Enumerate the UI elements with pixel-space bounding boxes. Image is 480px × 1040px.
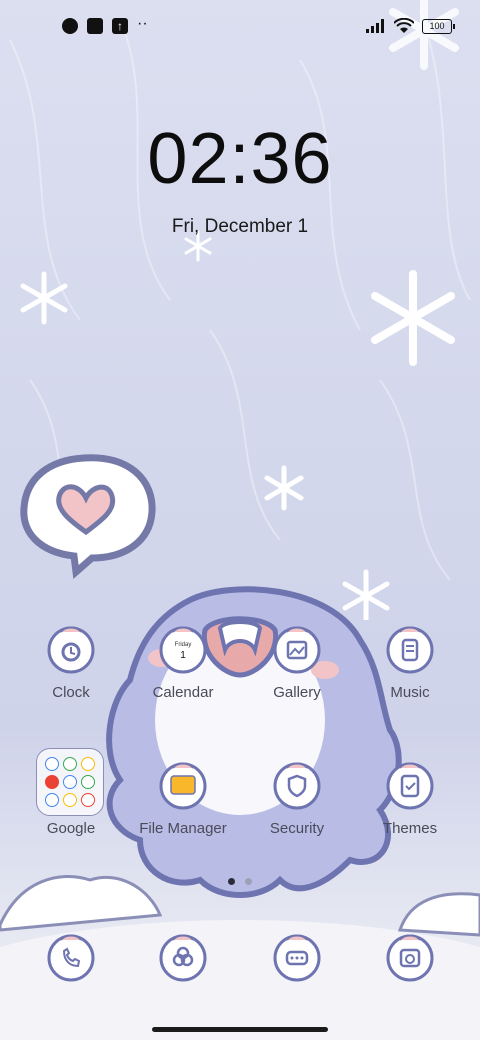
folder-app-icon bbox=[80, 774, 95, 789]
app-calendar[interactable]: Friday 1 Calendar bbox=[128, 622, 238, 742]
app-label: File Manager bbox=[139, 820, 227, 837]
app-clock[interactable]: Clock bbox=[16, 622, 126, 742]
calendar-day-text: Friday bbox=[175, 642, 192, 648]
clock-icon bbox=[47, 626, 95, 674]
shield-icon bbox=[273, 762, 321, 810]
dock-camera[interactable] bbox=[355, 930, 465, 990]
status-left-icons: ↑ ·· bbox=[62, 15, 148, 34]
signal-icon bbox=[366, 19, 384, 33]
dock-phone[interactable] bbox=[16, 930, 126, 990]
wifi-icon bbox=[394, 18, 414, 33]
app-label: Themes bbox=[382, 820, 438, 837]
folder-icon bbox=[159, 762, 207, 810]
folder-app-icon bbox=[62, 774, 77, 789]
folder-app-icon bbox=[62, 792, 77, 807]
contacts-icon bbox=[159, 934, 207, 982]
calendar-date-text: 1 bbox=[180, 650, 186, 661]
folder-app-icon bbox=[45, 792, 60, 807]
app-security[interactable]: Security bbox=[242, 758, 352, 878]
page-indicator[interactable] bbox=[0, 878, 480, 885]
dock-messages[interactable] bbox=[242, 930, 352, 990]
themes-icon bbox=[386, 762, 434, 810]
app-themes[interactable]: Themes bbox=[355, 758, 465, 878]
gallery-icon bbox=[273, 626, 321, 674]
page-dot-1[interactable] bbox=[228, 878, 235, 885]
folder-app-icon bbox=[80, 757, 95, 772]
more-notifications-icon: ·· bbox=[137, 15, 148, 32]
folder-app-icon bbox=[62, 757, 77, 772]
app-label: Calendar bbox=[152, 684, 214, 701]
music-icon bbox=[386, 626, 434, 674]
folder-app-icon bbox=[45, 774, 60, 789]
camera-icon bbox=[386, 934, 434, 982]
app-label: Clock bbox=[52, 684, 90, 701]
folder-app-icon bbox=[45, 757, 60, 772]
google-folder-icon[interactable] bbox=[36, 748, 104, 816]
home-gesture-bar[interactable] bbox=[152, 1027, 328, 1032]
app-file-manager[interactable]: File Manager bbox=[128, 758, 238, 878]
upload-notification-icon: ↑ bbox=[112, 18, 128, 34]
app-label: Music bbox=[390, 684, 430, 701]
app-label: Google bbox=[46, 820, 96, 837]
page-dot-2[interactable] bbox=[245, 878, 252, 885]
dock-contacts[interactable] bbox=[128, 930, 238, 990]
clock-time: 02:36 bbox=[147, 119, 333, 199]
folder-app-icon bbox=[80, 792, 95, 807]
calendar-icon: Friday 1 bbox=[159, 626, 207, 674]
app-gallery[interactable]: Gallery bbox=[242, 622, 352, 742]
app-notification-icon bbox=[62, 18, 78, 34]
messages-icon bbox=[273, 934, 321, 982]
clock-date: Fri, December 1 bbox=[171, 216, 309, 237]
app-label: Gallery bbox=[273, 684, 321, 701]
battery-indicator: 100 bbox=[422, 18, 455, 34]
square-notification-icon bbox=[87, 18, 103, 34]
heart-bubble-decoration bbox=[20, 454, 156, 579]
status-bar: ↑ ·· 100 bbox=[0, 0, 480, 56]
app-label: Security bbox=[269, 820, 325, 837]
app-music[interactable]: Music bbox=[355, 622, 465, 742]
phone-icon bbox=[47, 934, 95, 982]
status-right-icons: 100 bbox=[366, 18, 455, 34]
